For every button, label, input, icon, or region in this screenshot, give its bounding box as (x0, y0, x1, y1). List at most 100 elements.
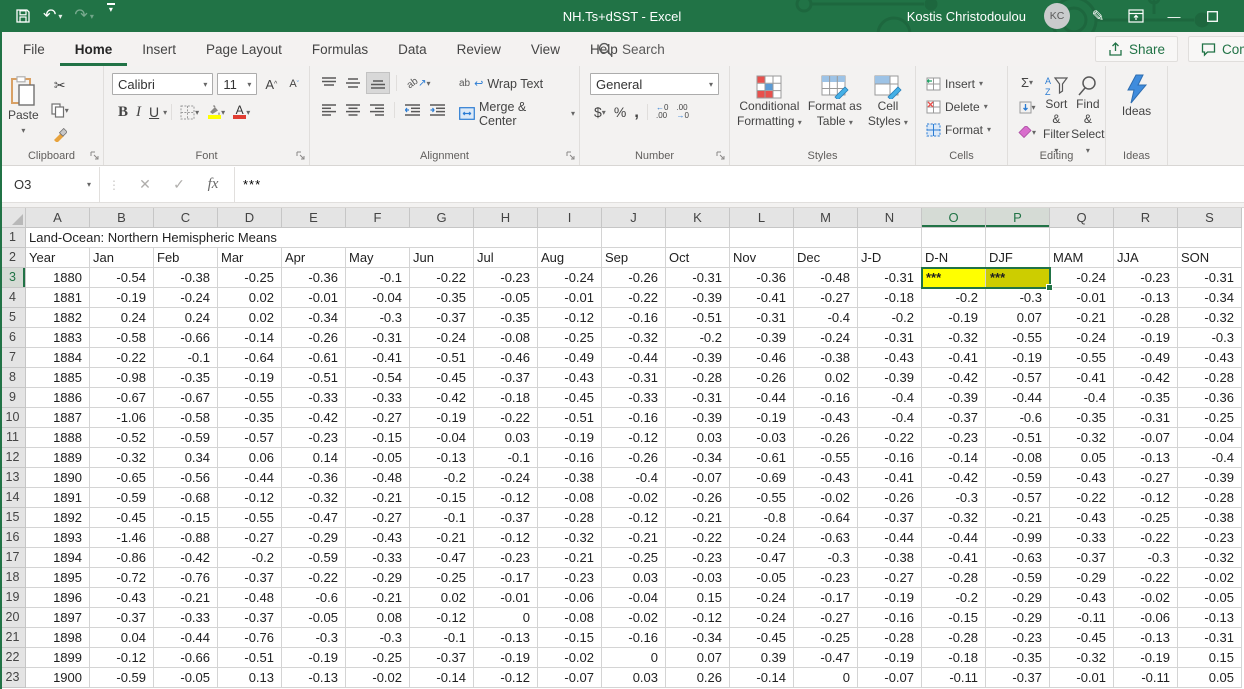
cell-C2[interactable]: Feb (154, 248, 218, 268)
cell-M13[interactable]: -0.43 (794, 468, 858, 488)
align-bottom-button[interactable] (366, 72, 390, 94)
cell-S19[interactable]: -0.05 (1178, 588, 1242, 608)
cell-F13[interactable]: -0.48 (346, 468, 410, 488)
cell-A18[interactable]: 1895 (26, 568, 90, 588)
cell-L3[interactable]: -0.36 (730, 268, 794, 288)
save-button[interactable] (10, 3, 36, 29)
row-header-3[interactable]: 3 (0, 268, 26, 288)
cell-R4[interactable]: -0.13 (1114, 288, 1178, 308)
cell-J12[interactable]: -0.26 (602, 448, 666, 468)
cell-B6[interactable]: -0.58 (90, 328, 154, 348)
inking-button[interactable]: ✎ (1088, 6, 1108, 26)
cell-K2[interactable]: Oct (666, 248, 730, 268)
cell-A5[interactable]: 1882 (26, 308, 90, 328)
cell-G14[interactable]: -0.15 (410, 488, 474, 508)
row-header-18[interactable]: 18 (0, 568, 26, 588)
cell-D6[interactable]: -0.14 (218, 328, 282, 348)
cell-D11[interactable]: -0.57 (218, 428, 282, 448)
cell-I11[interactable]: -0.19 (538, 428, 602, 448)
cell-S10[interactable]: -0.25 (1178, 408, 1242, 428)
cell-C19[interactable]: -0.21 (154, 588, 218, 608)
cell-C21[interactable]: -0.44 (154, 628, 218, 648)
underline-button[interactable]: U (145, 101, 163, 123)
column-header-N[interactable]: N (858, 208, 922, 228)
cell-N21[interactable]: -0.28 (858, 628, 922, 648)
row-header-12[interactable]: 12 (0, 448, 26, 468)
cell-C17[interactable]: -0.42 (154, 548, 218, 568)
cell-N12[interactable]: -0.16 (858, 448, 922, 468)
row-header-23[interactable]: 23 (0, 668, 26, 688)
cell-I13[interactable]: -0.38 (538, 468, 602, 488)
cell-S12[interactable]: -0.4 (1178, 448, 1242, 468)
row-header-14[interactable]: 14 (0, 488, 26, 508)
cell-E5[interactable]: -0.34 (282, 308, 346, 328)
cell-E22[interactable]: -0.19 (282, 648, 346, 668)
cell-K18[interactable]: -0.03 (666, 568, 730, 588)
cell-O3[interactable]: *** (922, 268, 986, 288)
increase-indent-button[interactable] (426, 99, 449, 121)
cell-N15[interactable]: -0.37 (858, 508, 922, 528)
cell-O23[interactable]: -0.11 (922, 668, 986, 688)
cell-R16[interactable]: -0.22 (1114, 528, 1178, 548)
cell-E8[interactable]: -0.51 (282, 368, 346, 388)
cell-Q18[interactable]: -0.29 (1050, 568, 1114, 588)
cell-A20[interactable]: 1897 (26, 608, 90, 628)
cell-B4[interactable]: -0.19 (90, 288, 154, 308)
cell-R3[interactable]: -0.23 (1114, 268, 1178, 288)
cell-D7[interactable]: -0.64 (218, 348, 282, 368)
cell-L21[interactable]: -0.45 (730, 628, 794, 648)
cell-I9[interactable]: -0.45 (538, 388, 602, 408)
cell-Q22[interactable]: -0.32 (1050, 648, 1114, 668)
tab-page-layout[interactable]: Page Layout (191, 32, 297, 66)
cell-B9[interactable]: -0.67 (90, 388, 154, 408)
cell-N18[interactable]: -0.27 (858, 568, 922, 588)
cell-H13[interactable]: -0.24 (474, 468, 538, 488)
row-header-20[interactable]: 20 (0, 608, 26, 628)
cell-B10[interactable]: -1.06 (90, 408, 154, 428)
cell-R2[interactable]: JJA (1114, 248, 1178, 268)
wrap-text-button[interactable]: ab ↩ Wrap Text (459, 72, 575, 95)
cell-F14[interactable]: -0.21 (346, 488, 410, 508)
cell-S23[interactable]: 0.05 (1178, 668, 1242, 688)
align-right-button[interactable] (366, 99, 388, 121)
cell-A17[interactable]: 1894 (26, 548, 90, 568)
cell-F2[interactable]: May (346, 248, 410, 268)
cell-N20[interactable]: -0.16 (858, 608, 922, 628)
cell-G1[interactable] (410, 228, 474, 248)
cell-I12[interactable]: -0.16 (538, 448, 602, 468)
cell-P11[interactable]: -0.51 (986, 428, 1050, 448)
cell-M7[interactable]: -0.38 (794, 348, 858, 368)
cell-B11[interactable]: -0.52 (90, 428, 154, 448)
cell-K20[interactable]: -0.12 (666, 608, 730, 628)
format-painter-button[interactable] (47, 124, 73, 146)
cell-H19[interactable]: -0.01 (474, 588, 538, 608)
cell-K8[interactable]: -0.28 (666, 368, 730, 388)
cell-C20[interactable]: -0.33 (154, 608, 218, 628)
column-header-J[interactable]: J (602, 208, 666, 228)
cell-I6[interactable]: -0.25 (538, 328, 602, 348)
fill-color-button[interactable]: ▾ (203, 101, 229, 123)
cell-K15[interactable]: -0.21 (666, 508, 730, 528)
cell-C11[interactable]: -0.59 (154, 428, 218, 448)
cell-A22[interactable]: 1899 (26, 648, 90, 668)
cell-N5[interactable]: -0.2 (858, 308, 922, 328)
column-header-C[interactable]: C (154, 208, 218, 228)
cell-C6[interactable]: -0.66 (154, 328, 218, 348)
cell-B7[interactable]: -0.22 (90, 348, 154, 368)
cell-A15[interactable]: 1892 (26, 508, 90, 528)
cell-G7[interactable]: -0.51 (410, 348, 474, 368)
row-header-5[interactable]: 5 (0, 308, 26, 328)
cell-D21[interactable]: -0.76 (218, 628, 282, 648)
user-name[interactable]: Kostis Christodoulou (907, 9, 1026, 24)
cell-R22[interactable]: -0.19 (1114, 648, 1178, 668)
column-header-D[interactable]: D (218, 208, 282, 228)
cell-C9[interactable]: -0.67 (154, 388, 218, 408)
cell-P13[interactable]: -0.59 (986, 468, 1050, 488)
cell-A10[interactable]: 1887 (26, 408, 90, 428)
cell-Q8[interactable]: -0.41 (1050, 368, 1114, 388)
cell-C18[interactable]: -0.76 (154, 568, 218, 588)
cell-R17[interactable]: -0.3 (1114, 548, 1178, 568)
cell-E14[interactable]: -0.32 (282, 488, 346, 508)
row-header-21[interactable]: 21 (0, 628, 26, 648)
cell-M9[interactable]: -0.16 (794, 388, 858, 408)
